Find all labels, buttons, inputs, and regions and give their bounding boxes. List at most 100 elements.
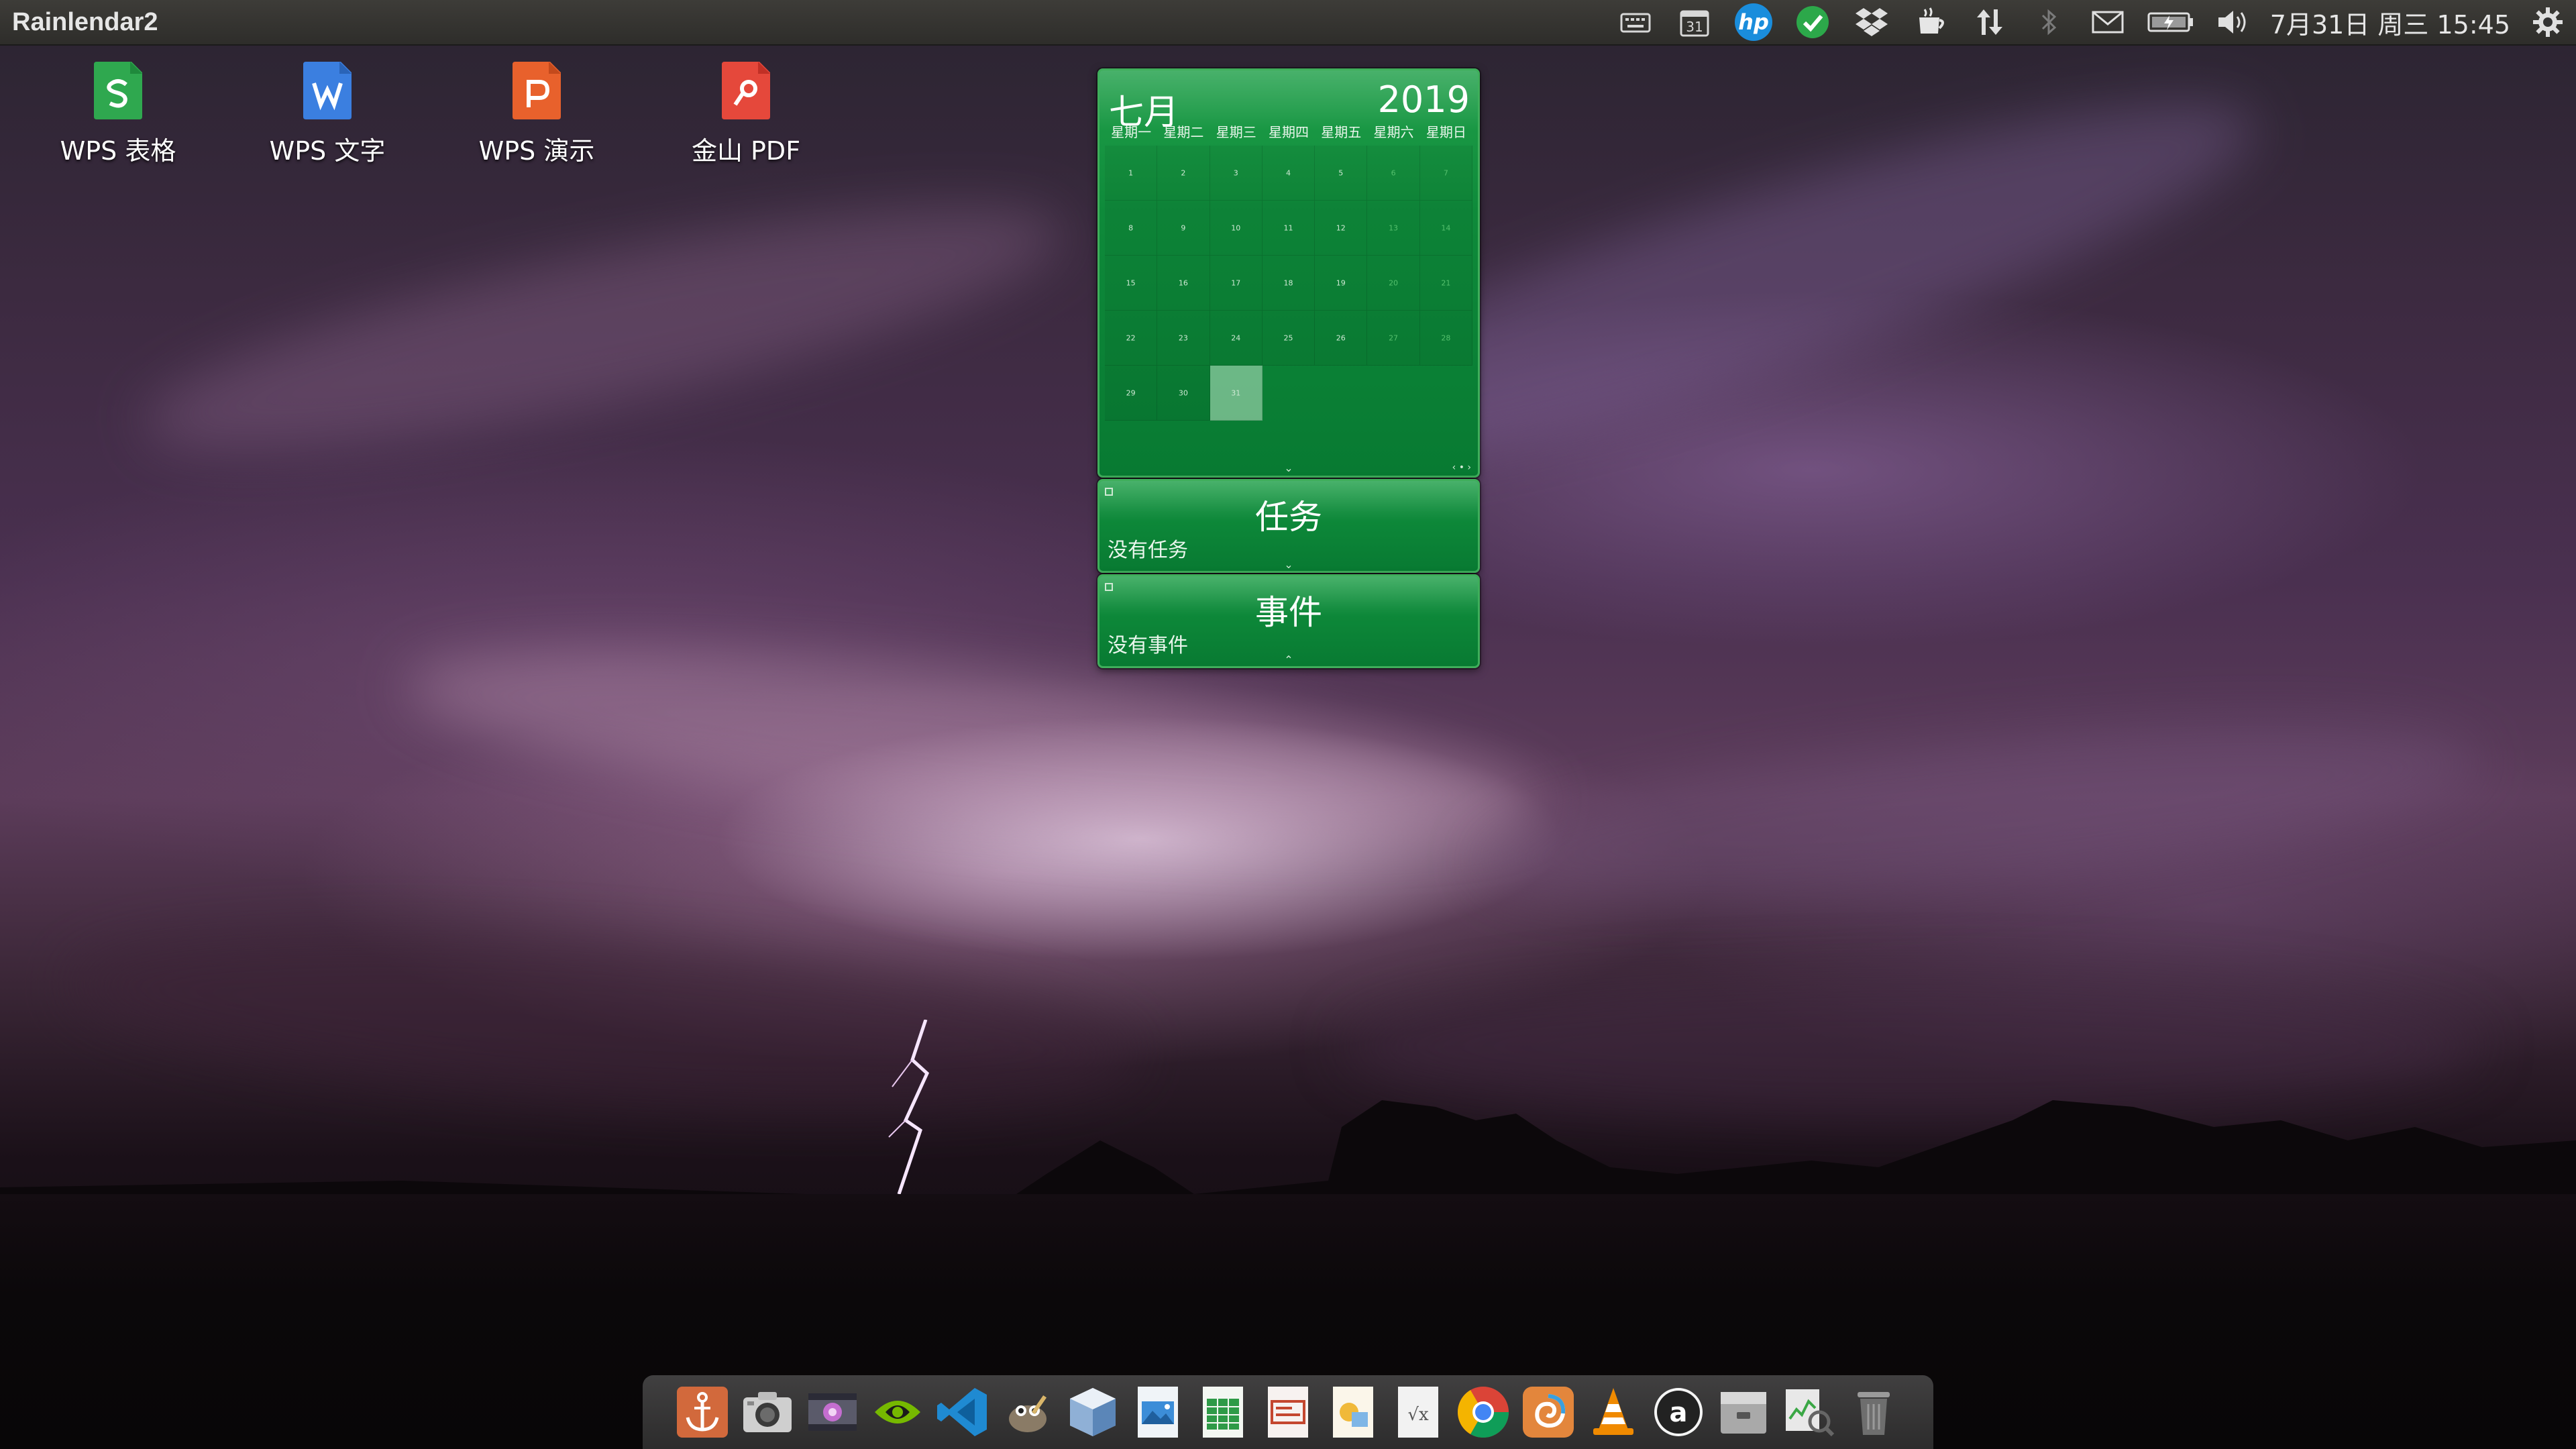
calendar-day-cell[interactable]: 14 [1419,201,1472,256]
rainlendar-tasks-widget[interactable]: 任务 没有任务 ⌄ [1097,479,1480,573]
draw-doc-icon[interactable] [1326,1385,1381,1440]
gimp-icon[interactable] [1000,1385,1055,1440]
bluetooth-icon[interactable] [2019,0,2078,44]
calendar-day-number: 16 [1178,278,1188,287]
desktop-icon-label: 金山 PDF [691,136,801,166]
calendar-day-cell[interactable]: 16 [1157,256,1210,311]
calendar-day-cell[interactable]: 10 [1210,201,1263,256]
nvidia-icon[interactable] [870,1385,925,1440]
calendar-day-cell[interactable]: 7 [1419,146,1472,201]
weekday-label: 星期日 [1426,124,1466,140]
calendar-day-cell[interactable]: 11 [1262,201,1316,256]
calendar-day-cell[interactable]: 23 [1157,311,1210,366]
calendar-day-cell[interactable]: 12 [1315,201,1368,256]
calendar-scroll-indicator[interactable]: ⌄ [1099,462,1478,474]
video-icon[interactable] [805,1385,860,1440]
calendar-day-cell[interactable]: 20 [1367,256,1420,311]
camera-icon[interactable] [740,1385,795,1440]
hp-logo-text: hp [1738,9,1769,35]
network-icon[interactable] [1960,0,2019,44]
svg-text:a: a [1670,1397,1688,1428]
calendar-day-cell[interactable]: 6 [1367,146,1420,201]
rainlendar-calendar-widget[interactable]: 七月 2019 星期一 星期二 星期三 星期四 星期五 星期六 星期日 1234… [1097,68,1480,478]
weekday-label: 星期二 [1163,124,1204,140]
caffeine-icon[interactable] [1901,0,1960,44]
weekday-label: 星期四 [1268,124,1309,140]
hp-icon[interactable]: hp [1724,0,1783,44]
clock[interactable]: 7月31日 周三 15:45 [2263,4,2526,41]
calendar-day-cell[interactable]: 31 [1210,366,1263,421]
calendar-day-number: 11 [1283,223,1293,232]
system-monitor-icon[interactable] [1781,1385,1836,1440]
calendar-day-cell[interactable]: 25 [1262,311,1316,366]
desktop-icon-kingsoft-pdf[interactable]: 金山 PDF [665,60,826,167]
desktop-icon-wps-spreadsheet[interactable]: WPS 表格 [38,60,199,167]
calendar-day-number: 30 [1178,388,1188,397]
chrome-icon[interactable] [1456,1385,1511,1440]
calendar-day-cell[interactable]: 13 [1367,201,1420,256]
calendar-day-number: 1 [1128,168,1134,177]
calendar-day-cell[interactable]: 19 [1315,256,1368,311]
calendar-day-cell[interactable]: 28 [1419,311,1472,366]
calendar-day-cell[interactable]: 24 [1210,311,1263,366]
events-scroll-indicator[interactable]: ⌃ [1099,653,1478,666]
calendar-day-cell[interactable]: 22 [1105,311,1158,366]
calendar-day-number: 28 [1441,333,1451,342]
desktop-icon-wps-presentation[interactable]: WPS 演示 [456,60,617,167]
virtualbox-icon[interactable] [1065,1385,1120,1440]
calendar-day-cell[interactable]: 18 [1262,256,1316,311]
tasks-scroll-indicator[interactable]: ⌄ [1099,558,1478,571]
indicator-area: 31 hp 7月31日 周三 15:45 [1606,0,2569,44]
amazon-icon[interactable]: a [1651,1385,1706,1440]
vlc-icon[interactable] [1586,1385,1641,1440]
gear-icon[interactable] [2526,0,2569,44]
presentation-doc-icon[interactable] [1260,1385,1316,1440]
calendar-day-number: 6 [1391,168,1396,177]
active-app-title: Rainlendar2 [12,7,158,36]
calendar-day-cell[interactable]: 9 [1157,201,1210,256]
rainlendar-events-widget[interactable]: 事件 没有事件 ⌃ [1097,574,1480,668]
desktop-icon-wps-writer[interactable]: WPS 文字 [247,60,408,167]
swirl-app-icon[interactable] [1521,1385,1576,1440]
calendar-day-cell[interactable]: 2 [1157,146,1210,201]
spreadsheet-doc-icon[interactable] [1195,1385,1250,1440]
calendar-day-cell[interactable]: 17 [1210,256,1263,311]
calendar-day-cell[interactable]: 21 [1419,256,1472,311]
calendar-day-cell[interactable]: 4 [1262,146,1316,201]
keyboard-icon[interactable] [1606,0,1665,44]
image-viewer-icon[interactable] [1130,1385,1185,1440]
calendar-day-number: 22 [1126,333,1136,342]
calendar-day-number: 29 [1126,388,1136,397]
calendar-nav-arrows[interactable]: ‹ • › [1452,462,1471,473]
calendar-day-cell[interactable]: 5 [1315,146,1368,201]
calendar-day-number: 19 [1336,278,1346,287]
file-archive-icon[interactable] [1716,1385,1771,1440]
vscode-icon[interactable] [935,1385,990,1440]
calendar-day-number: 24 [1231,333,1241,342]
sync-ok-icon[interactable] [1783,0,1842,44]
weekday-label: 星期六 [1373,124,1414,140]
calendar-day-cell[interactable]: 30 [1157,366,1210,421]
calendar-day-number: 13 [1389,223,1399,232]
calendar-day-cell[interactable]: 29 [1105,366,1158,421]
volume-icon[interactable] [2204,0,2263,44]
trash-icon[interactable] [1846,1385,1901,1440]
calendar-day-number: 4 [1285,168,1291,177]
calendar-day-cell[interactable]: 26 [1315,311,1368,366]
calendar-day-cell[interactable]: 27 [1367,311,1420,366]
calendar-day-cell[interactable]: 15 [1105,256,1158,311]
calendar-day-number: 15 [1126,278,1136,287]
anchor-icon[interactable] [675,1385,730,1440]
calendar-day-cell[interactable]: 3 [1210,146,1263,201]
calendar-day-cell[interactable]: 1 [1105,146,1158,201]
kingsoft-pdf-icon [719,60,773,121]
dropbox-icon[interactable] [1842,0,1901,44]
calendar-day-number: 12 [1336,223,1346,232]
calendar-day-number: 10 [1231,223,1241,232]
wps-spreadsheet-icon [91,60,145,121]
battery-icon[interactable] [2137,0,2204,44]
mail-icon[interactable] [2078,0,2137,44]
calendar-day-cell[interactable]: 8 [1105,201,1158,256]
formula-doc-icon[interactable]: √x [1391,1385,1446,1440]
calendar-indicator-icon[interactable]: 31 [1665,0,1724,44]
